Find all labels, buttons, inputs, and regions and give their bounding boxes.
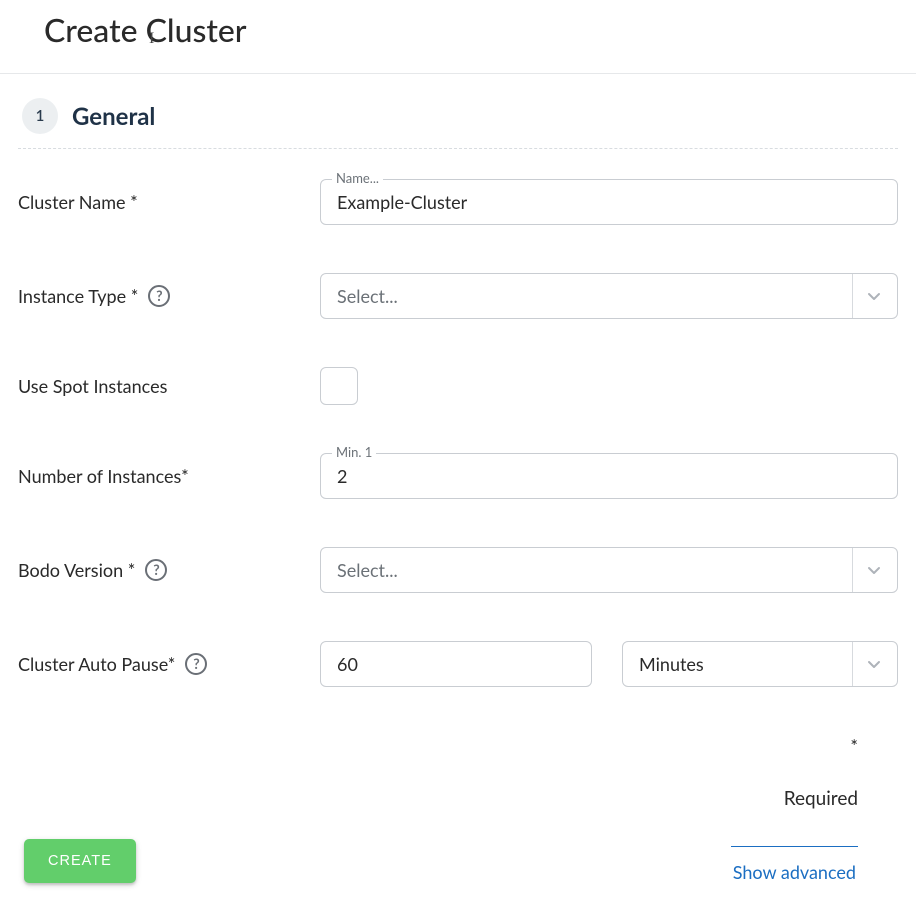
num-instances-float-label: Min. 1: [332, 444, 376, 460]
num-instances-input[interactable]: [320, 453, 898, 499]
auto-pause-unit-select[interactable]: Minutes: [622, 641, 898, 687]
bodo-version-placeholder: Select...: [337, 559, 398, 581]
required-text: Required: [731, 787, 858, 810]
section-divider: [18, 148, 898, 149]
show-advanced-link[interactable]: Show advanced: [731, 846, 858, 883]
num-instances-label: Number of Instances*: [18, 465, 189, 487]
instance-type-select[interactable]: Select...: [320, 273, 898, 319]
step-number-badge: 1: [22, 98, 58, 134]
row-use-spot: Use Spot Instances: [18, 367, 898, 405]
cluster-name-label: Cluster Name *: [18, 191, 138, 213]
auto-pause-value-input[interactable]: [320, 641, 592, 687]
help-icon[interactable]: ?: [185, 653, 207, 675]
auto-pause-label: Cluster Auto Pause*: [18, 653, 175, 675]
help-icon[interactable]: ?: [148, 285, 170, 307]
chevron-down-icon: [852, 274, 881, 318]
use-spot-label: Use Spot Instances: [18, 375, 167, 397]
section-header: 1 General: [18, 74, 898, 146]
help-icon[interactable]: ?: [145, 559, 167, 581]
bodo-version-select[interactable]: Select...: [320, 547, 898, 593]
auto-pause-unit-value: Minutes: [639, 653, 704, 675]
use-spot-checkbox[interactable]: [320, 367, 358, 405]
chevron-down-icon: [852, 642, 881, 686]
row-auto-pause: Cluster Auto Pause* ? Minutes: [18, 641, 898, 687]
required-asterisk: *: [731, 735, 858, 757]
chevron-down-icon: [852, 548, 881, 592]
page-title-text: Create Cluster: [44, 10, 247, 49]
row-cluster-name: Cluster Name * Name...: [18, 179, 898, 225]
cluster-name-input[interactable]: [320, 179, 898, 225]
instance-type-placeholder: Select...: [337, 285, 398, 307]
instance-type-label: Instance Type *: [18, 285, 138, 307]
section-title: General: [72, 102, 155, 131]
row-instance-type: Instance Type * ? Select...: [18, 273, 898, 319]
bodo-version-label: Bodo Version *: [18, 559, 135, 581]
row-bodo-version: Bodo Version * ? Select...: [18, 547, 898, 593]
create-button[interactable]: CREATE: [24, 839, 136, 883]
page-title: Create Cluster I: [0, 0, 916, 73]
text-cursor-icon: I: [149, 30, 154, 48]
row-num-instances: Number of Instances* Min. 1: [18, 453, 898, 499]
cluster-name-float-label: Name...: [332, 170, 383, 186]
